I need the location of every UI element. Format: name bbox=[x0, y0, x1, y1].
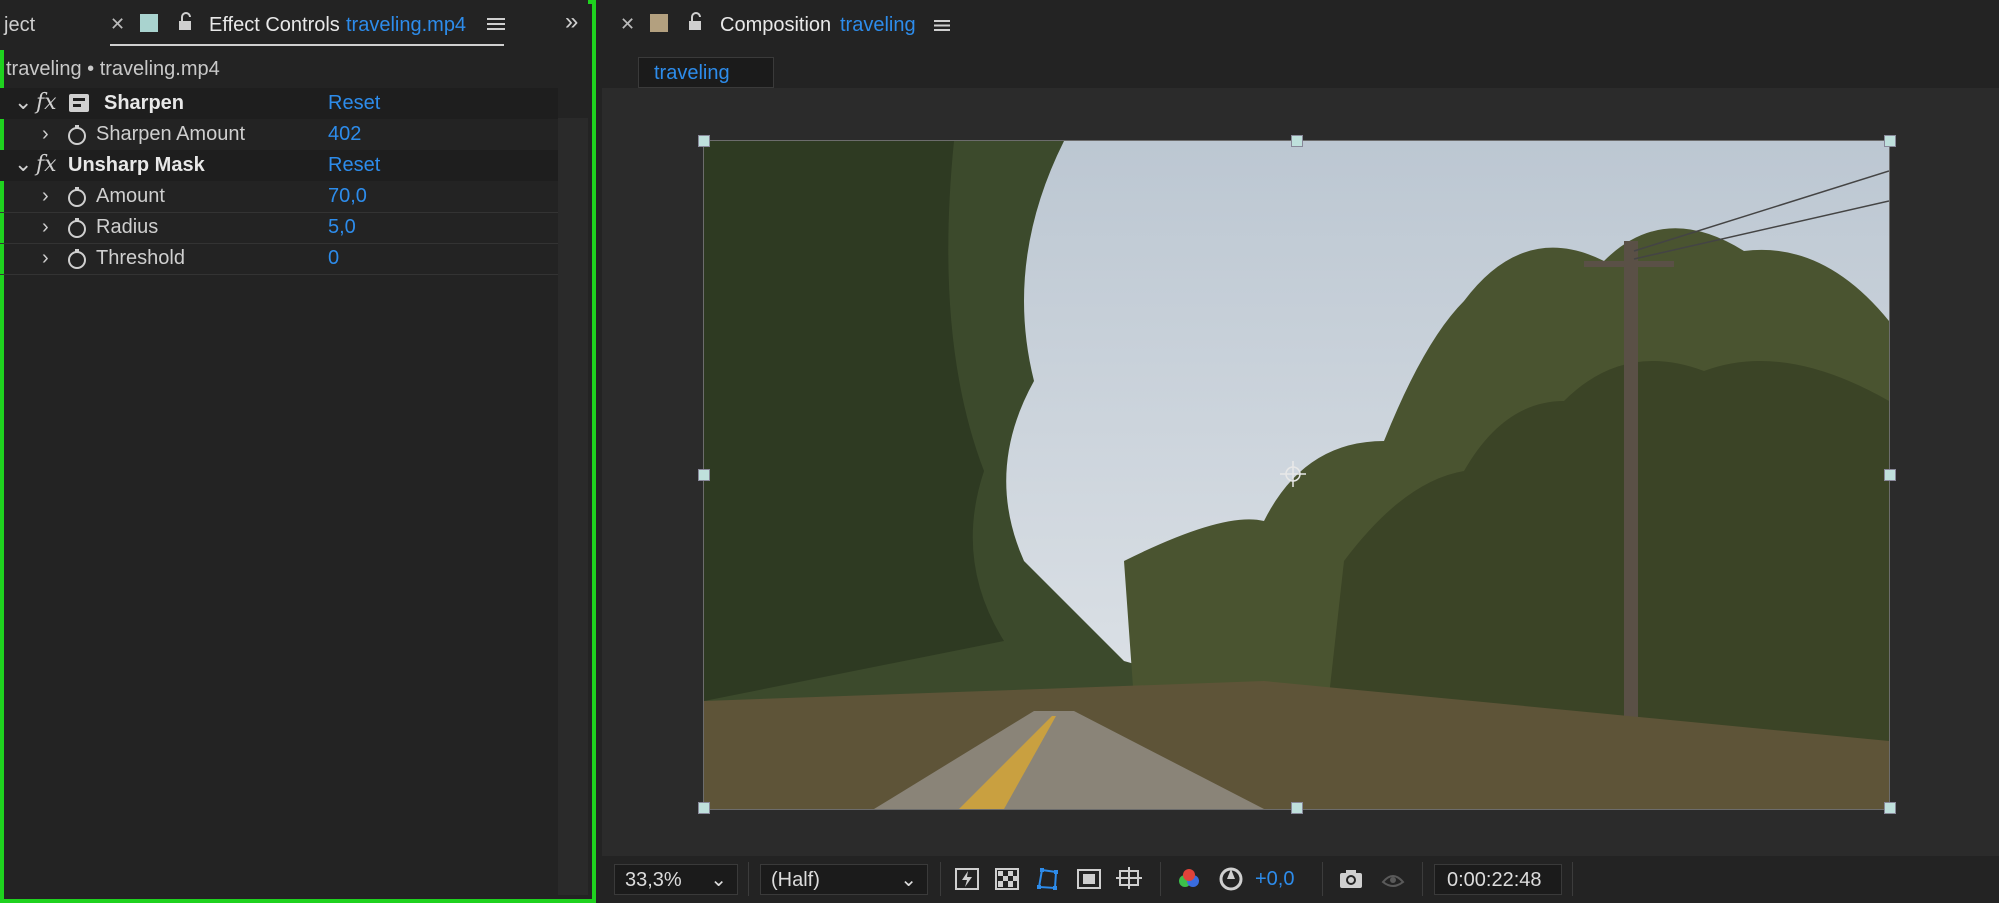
lock-icon[interactable] bbox=[176, 12, 194, 32]
expand-arrow-icon[interactable]: ⌄ bbox=[14, 151, 32, 177]
composition-panel-title[interactable]: Composition bbox=[720, 14, 831, 37]
label-color-swatch[interactable] bbox=[650, 14, 668, 32]
transform-handle-top-left[interactable] bbox=[698, 135, 710, 147]
panel-menu-icon[interactable] bbox=[487, 17, 505, 31]
transform-handle-left[interactable] bbox=[698, 469, 710, 481]
fx-icon[interactable]: fx bbox=[36, 152, 57, 177]
param-label: Amount bbox=[96, 185, 165, 207]
reset-link[interactable]: Reset bbox=[328, 92, 380, 115]
effect-controls-scrollbar[interactable] bbox=[558, 118, 588, 895]
active-tab-underline bbox=[110, 44, 504, 46]
tab-composition-traveling[interactable]: traveling bbox=[638, 57, 774, 88]
transform-handle-bottom-left[interactable] bbox=[698, 802, 710, 814]
footage-frame[interactable] bbox=[703, 140, 1890, 810]
expand-arrow-icon[interactable]: › bbox=[42, 216, 49, 239]
close-icon[interactable]: ✕ bbox=[110, 14, 125, 35]
resolution-dropdown[interactable]: (Half) ⌄ bbox=[760, 864, 928, 895]
snapshot-icon[interactable] bbox=[1338, 866, 1364, 892]
param-row: › Radius 5,0 bbox=[0, 212, 558, 244]
transform-handle-right[interactable] bbox=[1884, 469, 1896, 481]
close-icon[interactable]: ✕ bbox=[620, 14, 635, 35]
transform-handle-top[interactable] bbox=[1291, 135, 1303, 147]
guides-icon[interactable] bbox=[1116, 866, 1142, 892]
lock-icon[interactable] bbox=[686, 12, 704, 32]
tab-effect-controls-title[interactable]: Effect Controls bbox=[209, 14, 340, 37]
exposure-value[interactable]: +0,0 bbox=[1255, 868, 1294, 891]
label-color-swatch[interactable] bbox=[140, 14, 158, 32]
reset-link[interactable]: Reset bbox=[328, 154, 380, 177]
transparency-grid-icon[interactable] bbox=[994, 866, 1020, 892]
toolbar-separator bbox=[1422, 862, 1423, 896]
fx-icon[interactable]: fx bbox=[36, 90, 57, 115]
zoom-value: 33,3% bbox=[625, 869, 682, 891]
timecode-value: 0:00:22:48 bbox=[1447, 869, 1542, 891]
layer-source-label: traveling • traveling.mp4 bbox=[6, 58, 220, 80]
param-value[interactable]: 402 bbox=[328, 123, 361, 146]
project-tab-partial[interactable]: ject bbox=[4, 14, 35, 37]
chevron-down-icon: ⌄ bbox=[710, 869, 727, 891]
toolbar-separator bbox=[748, 862, 749, 896]
stopwatch-icon[interactable] bbox=[66, 248, 88, 270]
composition-name[interactable]: traveling bbox=[840, 14, 916, 37]
param-label: Threshold bbox=[96, 247, 185, 269]
param-value[interactable]: 70,0 bbox=[328, 185, 367, 208]
effect-name: Unsharp Mask bbox=[68, 154, 205, 176]
current-time-field[interactable]: 0:00:22:48 bbox=[1434, 864, 1562, 895]
expand-arrow-icon[interactable]: › bbox=[42, 123, 49, 146]
overflow-chevrons-icon[interactable]: » bbox=[565, 8, 578, 36]
transform-handle-top-right[interactable] bbox=[1884, 135, 1896, 147]
param-row: › Threshold 0 bbox=[0, 243, 558, 275]
tab-effect-controls-file[interactable]: traveling.mp4 bbox=[346, 14, 466, 37]
stopwatch-icon[interactable] bbox=[66, 217, 88, 239]
transform-handle-bottom-right[interactable] bbox=[1884, 802, 1896, 814]
toolbar-separator bbox=[1572, 862, 1573, 896]
effect-controls-tab-bar: ject ✕ Effect Controls traveling.mp4 » bbox=[0, 0, 588, 50]
param-value[interactable]: 0 bbox=[328, 247, 339, 270]
param-label: Radius bbox=[96, 216, 159, 238]
fast-preview-icon[interactable] bbox=[954, 866, 980, 892]
zoom-dropdown[interactable]: 33,3% ⌄ bbox=[614, 864, 738, 895]
show-snapshot-icon[interactable] bbox=[1380, 866, 1406, 892]
resolution-value: (Half) bbox=[771, 869, 820, 891]
reset-exposure-icon[interactable] bbox=[1218, 866, 1244, 892]
panel-menu-icon[interactable] bbox=[934, 19, 950, 32]
composition-tab-label: traveling bbox=[654, 62, 730, 84]
anchor-point-icon[interactable] bbox=[1280, 461, 1306, 487]
mask-path-icon[interactable] bbox=[1034, 866, 1060, 892]
effect-name: Sharpen bbox=[104, 92, 185, 114]
param-row: › Amount 70,0 bbox=[0, 181, 558, 213]
toolbar-separator bbox=[940, 862, 941, 896]
param-value[interactable]: 5,0 bbox=[328, 216, 356, 239]
stopwatch-icon[interactable] bbox=[66, 186, 88, 208]
chevron-down-icon: ⌄ bbox=[900, 869, 917, 891]
toolbar-separator bbox=[1160, 862, 1161, 896]
param-label: Sharpen Amount bbox=[96, 123, 245, 145]
toolbar-separator bbox=[1322, 862, 1323, 896]
effect-row-sharpen[interactable]: ⌄ fx Sharpen Reset bbox=[0, 88, 558, 119]
stopwatch-icon[interactable] bbox=[66, 124, 88, 146]
region-of-interest-icon[interactable] bbox=[1076, 866, 1102, 892]
transform-handle-bottom[interactable] bbox=[1291, 802, 1303, 814]
color-channels-icon[interactable] bbox=[1176, 866, 1202, 892]
effect-preset-icon bbox=[69, 94, 89, 112]
expand-arrow-icon[interactable]: ⌄ bbox=[14, 89, 32, 115]
effect-row-unsharp-mask[interactable]: ⌄ fx Unsharp Mask Reset bbox=[0, 150, 558, 181]
expand-arrow-icon[interactable]: › bbox=[42, 247, 49, 270]
expand-arrow-icon[interactable]: › bbox=[42, 185, 49, 208]
param-row: › Sharpen Amount 402 bbox=[0, 119, 558, 151]
